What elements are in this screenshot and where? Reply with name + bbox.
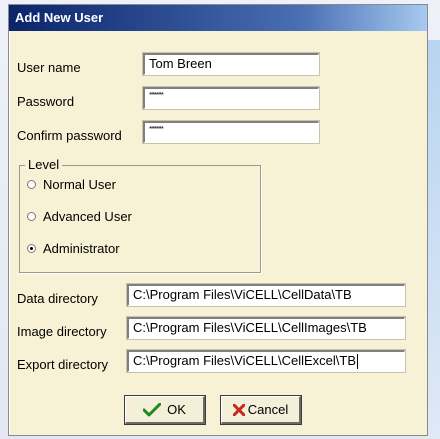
radio-label-administrator: Administrator bbox=[43, 241, 120, 256]
export-directory-input[interactable]: C:\Program Files\ViCELL\CellExcel\TB bbox=[126, 349, 406, 373]
image-directory-input[interactable]: C:\Program Files\ViCELL\CellImages\TB bbox=[126, 316, 406, 340]
export-directory-value: C:\Program Files\ViCELL\CellExcel\TB bbox=[133, 353, 356, 368]
password-input[interactable]: ******** bbox=[142, 86, 320, 110]
checkmark-icon bbox=[143, 402, 162, 417]
ok-button[interactable]: OK bbox=[124, 395, 206, 425]
radio-button[interactable] bbox=[27, 212, 36, 221]
user-name-input[interactable]: Tom Breen bbox=[142, 52, 320, 76]
radio-normal-user[interactable]: Normal User bbox=[27, 177, 116, 192]
data-directory-label: Data directory bbox=[17, 291, 98, 306]
cancel-button-label: Cancel bbox=[247, 402, 289, 417]
background-window-edge bbox=[426, 40, 440, 439]
radio-advanced-user[interactable]: Advanced User bbox=[27, 209, 132, 224]
password-mask: ******** bbox=[149, 92, 164, 99]
data-directory-input[interactable]: C:\Program Files\ViCELL\CellData\TB bbox=[126, 283, 406, 307]
user-name-label: User name bbox=[17, 60, 81, 75]
level-legend: Level bbox=[25, 157, 63, 172]
password-label: Password bbox=[17, 94, 75, 109]
cancel-button[interactable]: Cancel bbox=[220, 395, 302, 425]
radio-button-selected[interactable] bbox=[27, 244, 36, 253]
ok-button-label: OK bbox=[167, 402, 186, 417]
x-icon bbox=[232, 403, 245, 416]
radio-label-normal-user: Normal User bbox=[43, 177, 116, 192]
radio-label-advanced-user: Advanced User bbox=[43, 209, 132, 224]
image-directory-label: Image directory bbox=[17, 324, 107, 339]
radio-button[interactable] bbox=[27, 180, 36, 189]
confirm-password-label: Confirm password bbox=[17, 128, 122, 143]
confirm-password-mask: ******** bbox=[149, 126, 164, 133]
text-cursor bbox=[357, 354, 358, 370]
export-directory-label: Export directory bbox=[17, 357, 109, 372]
radio-administrator[interactable]: Administrator bbox=[27, 241, 120, 256]
dialog-title: Add New User bbox=[9, 5, 427, 31]
add-new-user-dialog: Add New User User name Tom Breen Passwor… bbox=[8, 4, 428, 436]
confirm-password-input[interactable]: ******** bbox=[142, 120, 320, 144]
